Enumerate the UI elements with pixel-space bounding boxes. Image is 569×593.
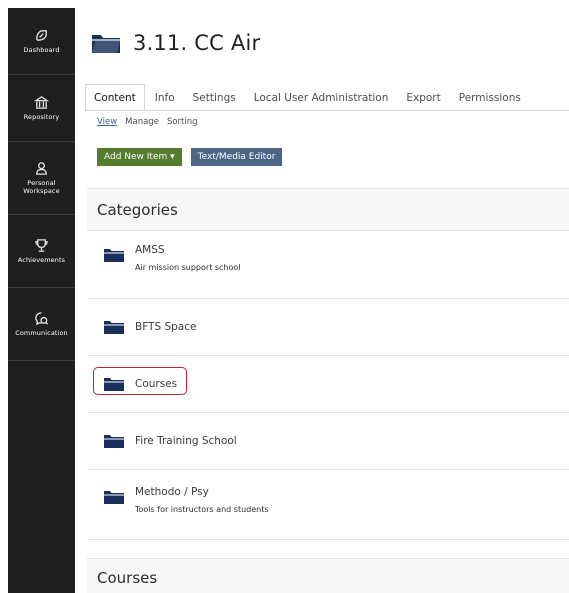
folder-icon [92,35,120,53]
categories-panel: Categories AMSS Air mission support scho… [87,188,569,540]
subtab-bar: View Manage Sorting [75,111,569,133]
list-item-methodo-psy[interactable]: Methodo / Psy Tools for instructors and … [87,470,569,540]
nav-dashboard-label: Dashboard [23,45,60,54]
add-new-item-button[interactable]: Add New Item ▾ [97,148,182,166]
nav-repository[interactable]: Repository [8,75,75,142]
item-description: Air mission support school [135,263,241,272]
list-item-courses[interactable]: Courses [87,356,569,413]
nav-dashboard[interactable]: Dashboard [8,8,75,75]
highlight-box [93,367,187,395]
repository-icon [34,95,49,109]
list-item-bfts-space[interactable]: BFTS Space [87,299,569,356]
personal-workspace-icon [36,162,47,175]
tab-bar: Content Info Settings Local User Adminis… [75,78,569,110]
subtab-sorting[interactable]: Sorting [167,117,198,127]
trophy-icon [35,238,48,252]
tab-info[interactable]: Info [147,92,183,110]
communication-icon [35,311,49,326]
nav-personal-workspace-label: Personal Workspace [23,179,60,195]
main-content: 3.11. CC Air Content Info Settings Local… [75,8,569,593]
courses-header: Courses [87,558,569,593]
folder-icon [104,321,124,334]
tab-settings[interactable]: Settings [185,92,244,110]
tab-permissions[interactable]: Permissions [451,92,529,110]
dashboard-icon [36,29,47,41]
tab-content[interactable]: Content [85,84,145,110]
nav-achievements[interactable]: Achievements [8,215,75,288]
nav-achievements-label: Achievements [17,255,66,264]
categories-header: Categories [87,188,569,231]
item-title[interactable]: AMSS [135,244,241,256]
item-description: Tools for instructors and students [135,505,269,514]
tab-export[interactable]: Export [398,92,448,110]
nav-communication-label: Communication [15,328,68,337]
main-menu: Dashboard Repository Personal Workspace … [8,8,75,593]
page-title: 3.11. CC Air [133,31,261,55]
text-media-editor-button[interactable]: Text/Media Editor [190,148,283,166]
folder-icon [104,249,124,262]
folder-icon [104,491,124,504]
nav-personal-workspace[interactable]: Personal Workspace [8,142,75,215]
item-title[interactable]: Methodo / Psy [135,486,269,498]
subtab-view[interactable]: View [97,117,117,127]
tab-local-user-administration[interactable]: Local User Administration [246,92,397,110]
list-item-fire-training-school[interactable]: Fire Training School [87,413,569,470]
courses-panel: Courses [87,558,569,593]
folder-icon [104,435,124,448]
page-header: 3.11. CC Air [75,8,569,78]
list-item-amss[interactable]: AMSS Air mission support school [87,231,569,299]
nav-communication[interactable]: Communication [8,288,75,361]
subtab-manage[interactable]: Manage [125,117,159,127]
toolbar: Add New Item ▾ Text/Media Editor [75,133,569,181]
nav-repository-label: Repository [23,112,60,121]
item-title[interactable]: BFTS Space [135,321,196,333]
item-title[interactable]: Fire Training School [135,435,237,447]
